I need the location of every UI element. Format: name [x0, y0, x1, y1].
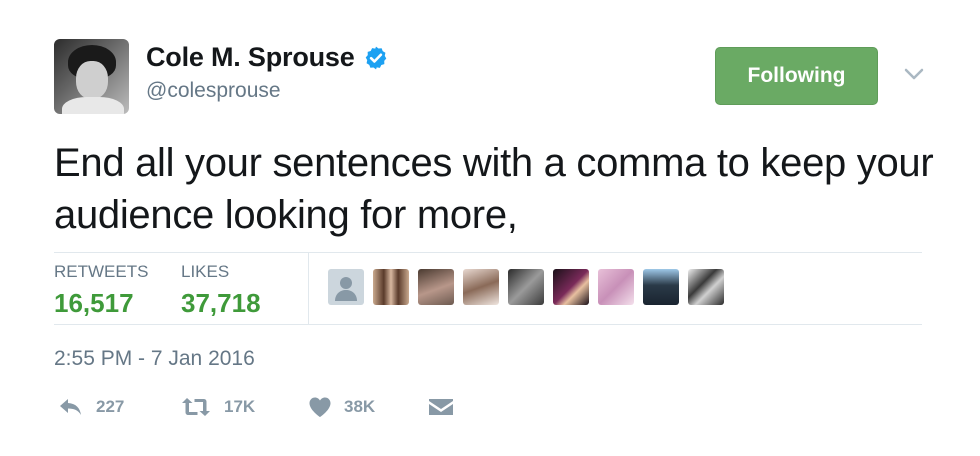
heart-icon [309, 397, 331, 417]
tweet-text: End all your sentences with a comma to k… [54, 141, 934, 237]
divider-bottom [54, 324, 922, 325]
liker-avatar[interactable] [688, 269, 724, 305]
likes-value: 37,718 [181, 288, 261, 318]
envelope-icon [429, 399, 453, 415]
reply-button[interactable]: 227 [58, 396, 124, 418]
liker-avatar[interactable] [463, 269, 499, 305]
liker-avatar[interactable] [508, 269, 544, 305]
verified-badge-icon [365, 46, 386, 69]
display-name[interactable]: Cole M. Sprouse [146, 42, 355, 73]
user-handle[interactable]: @colesprouse [146, 79, 281, 103]
avatar[interactable] [54, 39, 129, 114]
liker-avatar[interactable] [418, 269, 454, 305]
like-button[interactable]: 38K [308, 396, 375, 418]
default-user-icon [335, 277, 357, 301]
liker-avatar-default[interactable] [328, 269, 364, 305]
retweet-button[interactable]: 17K [180, 396, 255, 418]
retweets-label: RETWEETS [54, 262, 149, 281]
likes-label: LIKES [181, 262, 230, 281]
reply-count: 227 [96, 397, 125, 416]
retweet-icon [182, 398, 210, 416]
retweet-count: 17K [224, 397, 256, 416]
liker-avatar[interactable] [373, 269, 409, 305]
retweets-stat[interactable]: RETWEETS 16,517 [54, 253, 148, 319]
liker-avatar[interactable] [598, 269, 634, 305]
retweets-value: 16,517 [54, 288, 134, 318]
liker-avatar[interactable] [553, 269, 589, 305]
avatar-body [62, 97, 124, 114]
chevron-down-icon[interactable] [903, 66, 925, 82]
reply-icon [60, 399, 81, 415]
tweet-timestamp[interactable]: 2:55 PM - 7 Jan 2016 [54, 347, 255, 371]
name-row: Cole M. Sprouse [146, 42, 389, 73]
liker-avatar[interactable] [643, 269, 679, 305]
direct-message-button[interactable] [428, 396, 454, 418]
likes-stat[interactable]: LIKES 37,718 [181, 253, 261, 319]
following-button[interactable]: Following [715, 47, 878, 105]
like-count: 38K [344, 397, 376, 416]
stats-separator [308, 253, 309, 325]
liker-avatars [328, 269, 733, 305]
avatar-face [76, 61, 108, 99]
